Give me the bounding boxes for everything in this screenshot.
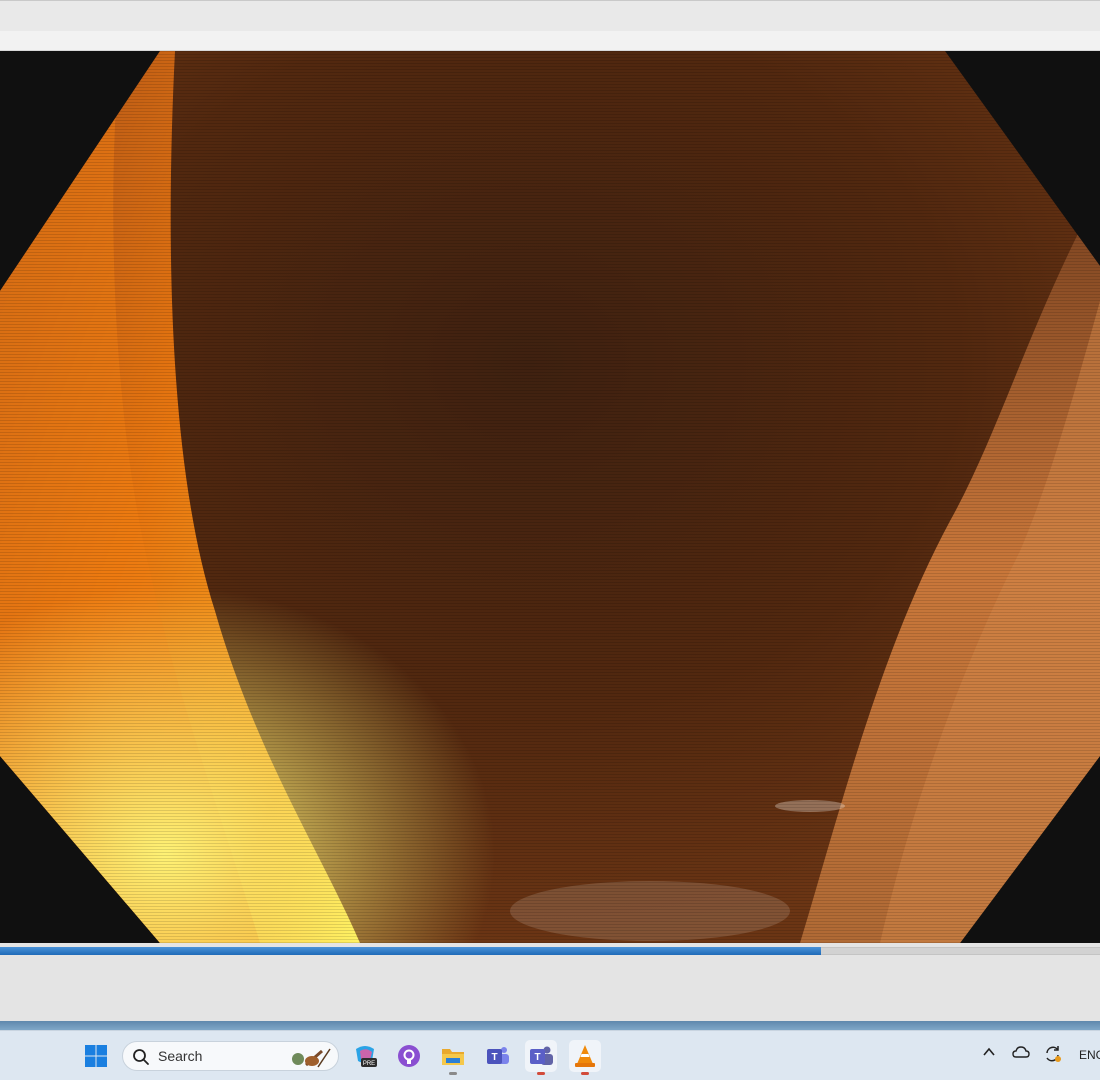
start-button[interactable]: [80, 1040, 112, 1072]
search-icon: [133, 1049, 149, 1065]
taskbar-app-vlc[interactable]: [569, 1040, 601, 1075]
desktop-wallpaper-strip: [0, 1021, 1100, 1030]
language-indicator[interactable]: ENG: [1079, 1048, 1100, 1062]
onedrive-cloud-icon[interactable]: [1012, 1045, 1030, 1059]
teams-icon: T: [487, 1047, 509, 1064]
svg-text:PRE: PRE: [363, 1061, 375, 1067]
taskbar-app-copilot[interactable]: PRE: [349, 1040, 381, 1072]
taskbar-app-teams-active[interactable]: T: [525, 1040, 557, 1075]
seek-bar[interactable]: [0, 943, 1100, 957]
sync-icon[interactable]: [1043, 1045, 1063, 1063]
taskbar-app-github[interactable]: [393, 1040, 425, 1072]
taskbar-search-box[interactable]: Search: [122, 1041, 339, 1071]
endoscopy-video-image: [0, 51, 1100, 943]
window-menubar: [0, 31, 1100, 51]
seek-progress: [0, 947, 821, 955]
vlc-cone-icon: [575, 1045, 595, 1067]
copilot-pre-icon: PRE: [356, 1046, 377, 1067]
taskbar: Search PRE T T EN: [0, 1030, 1100, 1080]
video-frame[interactable]: [0, 51, 1100, 943]
github-icon: [398, 1045, 420, 1067]
taskbar-app-teams[interactable]: T: [481, 1040, 513, 1072]
running-indicator: [449, 1072, 457, 1075]
chevron-up-icon[interactable]: [982, 1045, 996, 1059]
svg-text:T: T: [491, 1052, 497, 1063]
search-placeholder: Search: [158, 1048, 203, 1064]
svg-text:T: T: [534, 1052, 540, 1063]
search-highlight-icon: [292, 1048, 331, 1068]
player-controls: [0, 957, 1100, 1021]
teams-new-icon: T: [530, 1046, 553, 1065]
taskbar-app-file-explorer[interactable]: [437, 1040, 469, 1075]
running-indicator: [537, 1072, 545, 1075]
windows-logo-icon: [85, 1045, 107, 1067]
window-titlebar: [0, 0, 1100, 31]
folder-icon: [442, 1049, 464, 1065]
running-indicator: [581, 1072, 589, 1075]
